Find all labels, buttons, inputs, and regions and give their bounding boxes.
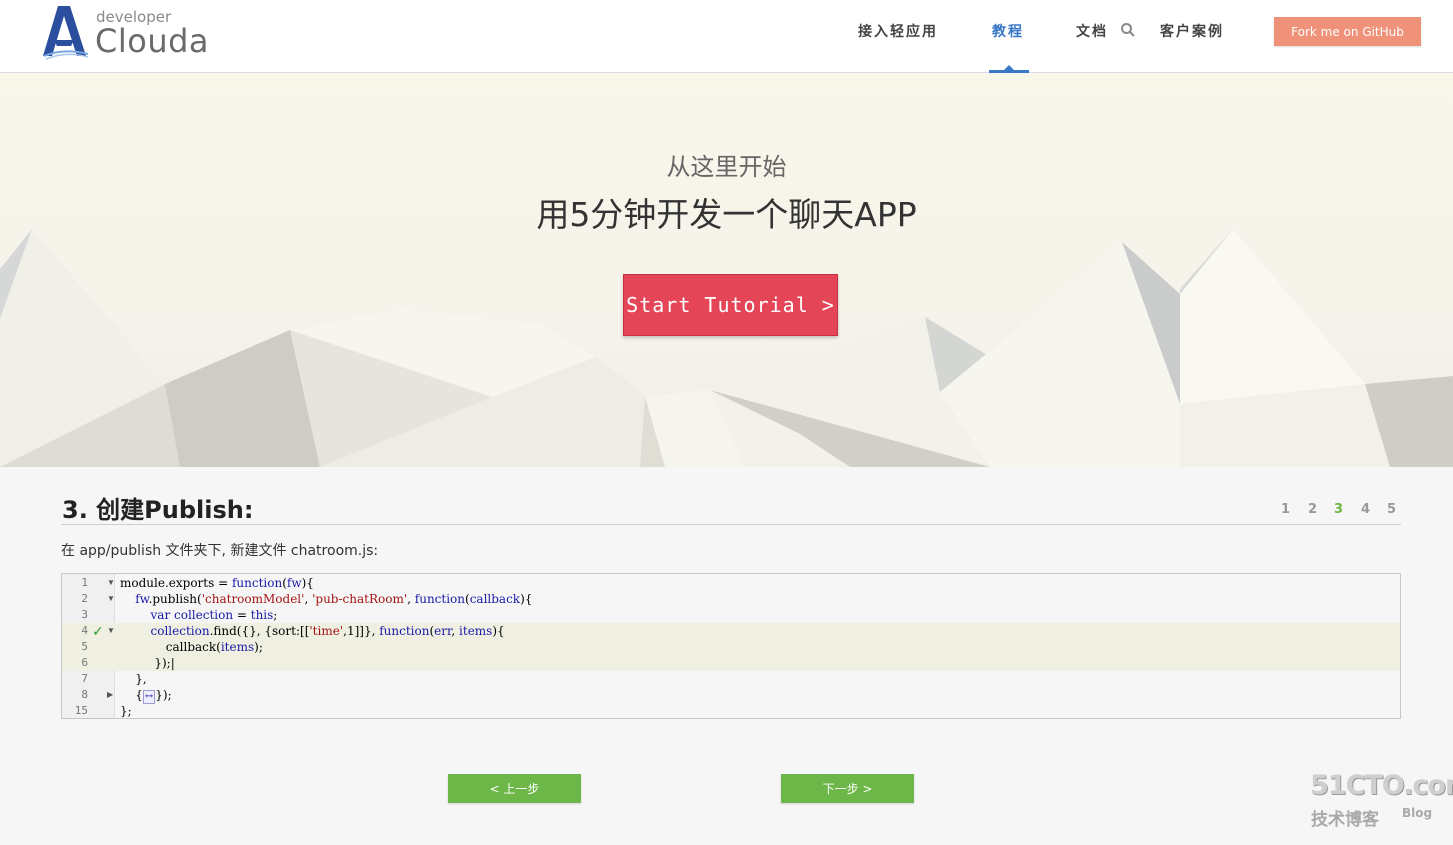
fold-arrow-icon[interactable]: ▼ [107, 591, 115, 607]
code-editor[interactable]: 1 ▼ module.exports = function(fw){ 2 ▼ f… [61, 573, 1401, 719]
watermark-subtitle: 技术博客 [1311, 810, 1379, 830]
line-number: 8 [81, 688, 88, 701]
code-text: fw.publish('chatroomModel', 'pub-chatRoo… [135, 592, 533, 606]
step-title: 3. 创建Publish: [62, 496, 254, 524]
code-line-highlighted: 6 });| [62, 655, 1400, 671]
code-text: module.exports = function(fw){ [120, 576, 314, 590]
step-divider [61, 524, 1401, 525]
code-line: 8 ▶ {↔}); [62, 687, 1400, 704]
logo-title: Clouda [95, 22, 210, 60]
search-icon[interactable] [1120, 22, 1136, 38]
fold-arrow-icon[interactable]: ▼ [107, 623, 115, 639]
hero-title: 用5分钟开发一个聊天APP [536, 195, 917, 234]
checkmark-icon: ✓ [92, 623, 104, 639]
active-nav-underline [989, 70, 1029, 73]
line-number: 7 [81, 672, 88, 685]
line-number: 3 [81, 608, 88, 621]
watermark-blog: Blog [1402, 806, 1433, 820]
fold-arrow-icon[interactable]: ▼ [107, 575, 115, 591]
pager-page-3-current[interactable]: 3 [1334, 502, 1343, 517]
line-number: 1 [81, 576, 88, 589]
prev-step-button[interactable]: < 上一步 [448, 774, 581, 803]
nav-item-customer-cases[interactable]: 客户案例 [1160, 21, 1224, 41]
start-tutorial-button[interactable]: Start Tutorial > [623, 274, 838, 336]
code-line: 2 ▼ fw.publish('chatroomModel', 'pub-cha… [62, 591, 1400, 607]
code-line-highlighted: 4 ✓ ▼ collection.find({}, {sort:[['time'… [62, 623, 1400, 639]
watermark-title: 51CTO.com [1310, 770, 1453, 801]
hero-banner: 从这里开始 用5分钟开发一个聊天APP Start Tutorial > [0, 74, 1453, 467]
code-text: }, [120, 672, 147, 686]
pager-page-1[interactable]: 1 [1281, 502, 1290, 517]
mountain-background [0, 229, 1453, 467]
clouda-a-logo-icon [43, 6, 89, 60]
nav-item-docs[interactable]: 文档 [1076, 21, 1108, 41]
pager-page-4[interactable]: 4 [1361, 502, 1370, 517]
fold-collapsed-arrow-icon[interactable]: ▶ [107, 687, 113, 703]
header: developer Clouda 接入轻应用 教程 文档 客户案例 Fork m… [0, 0, 1453, 73]
hero-subtitle: 从这里开始 [666, 153, 787, 181]
code-line-highlighted: 5 callback(items); [62, 639, 1400, 655]
nav-item-light-app[interactable]: 接入轻应用 [858, 21, 938, 41]
code-line: 7 }, [62, 671, 1400, 687]
line-number: 15 [74, 704, 88, 717]
pager-page-5[interactable]: 5 [1387, 502, 1396, 517]
line-number: 5 [81, 640, 88, 653]
line-number: 6 [81, 656, 88, 669]
watermark-logo: 51CTO.com 技术博客 Blog [1310, 770, 1453, 832]
code-text: });| [120, 656, 175, 670]
code-text: callback(items); [120, 640, 263, 654]
nav-item-tutorial[interactable]: 教程 [992, 21, 1024, 41]
code-text: collection.find({}, {sort:[['time',1]]},… [150, 624, 505, 638]
fork-github-button[interactable]: Fork me on GitHub [1274, 17, 1421, 46]
folded-code-marker-icon[interactable]: ↔ [142, 690, 156, 704]
code-line: 15 }; [62, 703, 1400, 718]
code-line: 3 var collection = this; [62, 607, 1400, 623]
line-number: 4 [81, 624, 88, 637]
code-text: }; [120, 704, 132, 718]
code-line: 1 ▼ module.exports = function(fw){ [62, 575, 1400, 591]
step-instruction: 在 app/publish 文件夹下, 新建文件 chatroom.js: [61, 543, 379, 559]
code-text: var collection = this; [150, 608, 278, 622]
pager-page-2[interactable]: 2 [1308, 502, 1317, 517]
code-text: {↔}); [120, 688, 172, 704]
line-number: 2 [81, 592, 88, 605]
next-step-button[interactable]: 下一步 > [781, 774, 914, 803]
clouda-logo[interactable]: developer Clouda [40, 4, 210, 64]
